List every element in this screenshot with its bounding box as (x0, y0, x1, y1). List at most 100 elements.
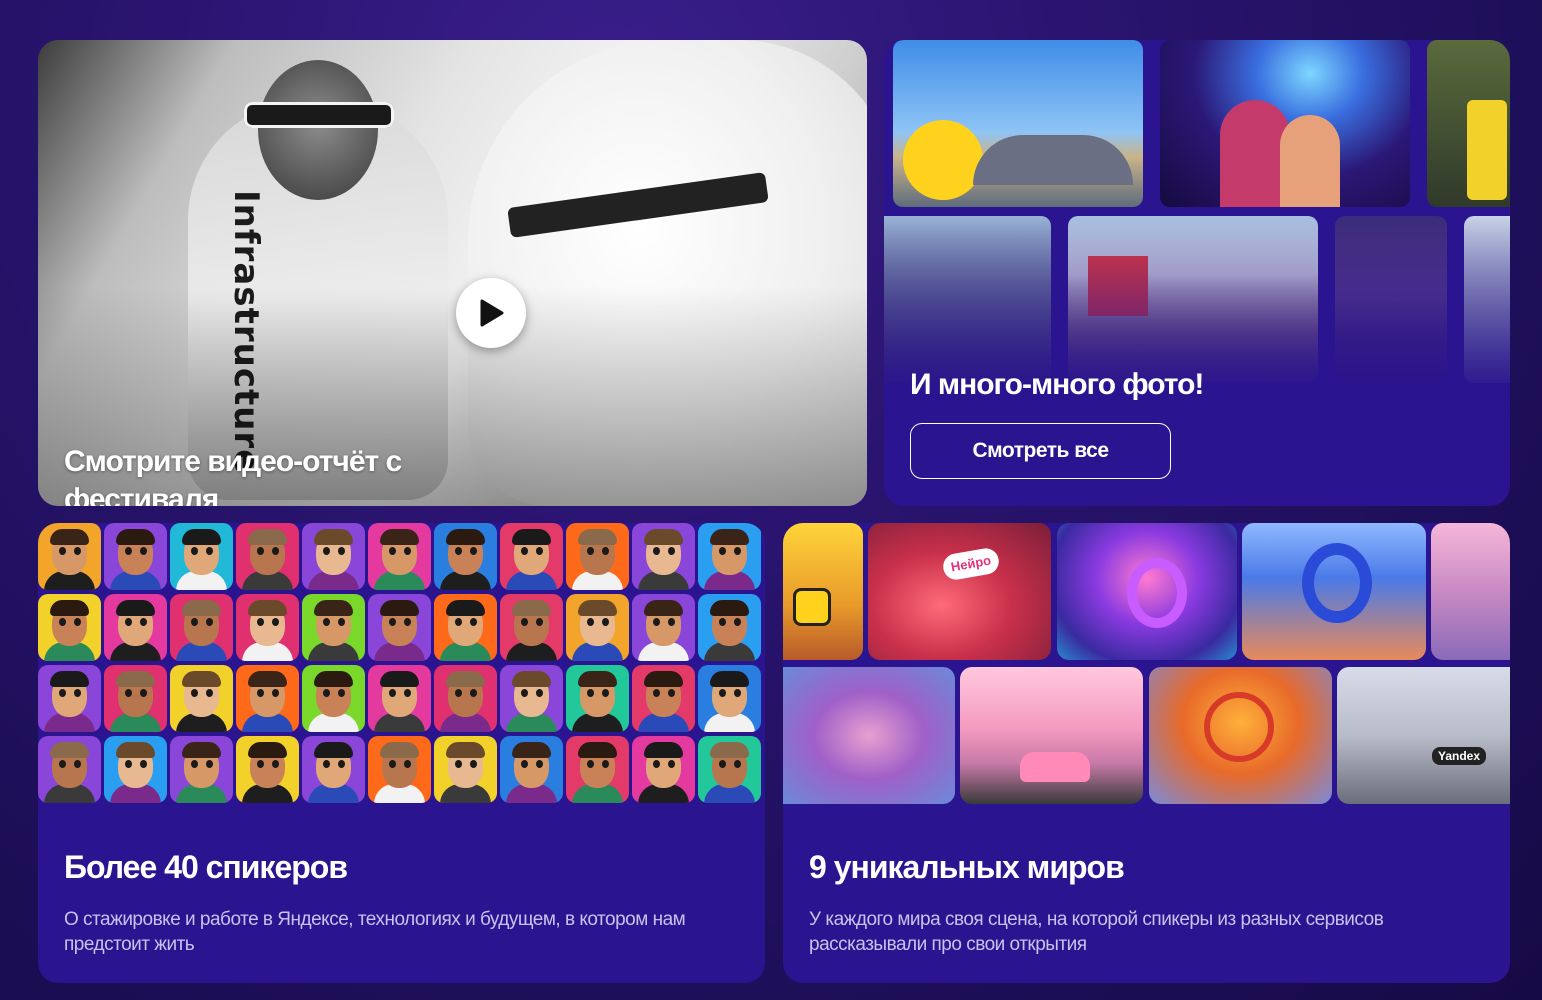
photo-concert-crowd[interactable] (1160, 40, 1410, 207)
avatar-hair (182, 529, 221, 545)
worlds-description: У каждого мира своя сцена, на которой сп… (809, 909, 1384, 955)
speaker-avatar (104, 523, 167, 590)
speaker-avatar (302, 665, 365, 732)
speaker-avatar (566, 523, 629, 590)
video-person-head (258, 60, 378, 200)
world-creature[interactable] (783, 667, 955, 804)
avatar-hair (314, 529, 353, 545)
avatar-eyes (388, 618, 412, 626)
world-pink-palace[interactable] (960, 667, 1143, 804)
world-pink-partial[interactable] (1431, 523, 1510, 660)
photo-stadium-building (973, 135, 1133, 185)
speaker-avatar (104, 736, 167, 803)
avatar-hair (644, 600, 683, 616)
photo-stadium[interactable] (893, 40, 1143, 207)
world-blue-loop[interactable] (1242, 523, 1426, 660)
avatar-eyes (520, 618, 544, 626)
avatar-eyes (58, 618, 82, 626)
speaker-avatar (38, 665, 101, 732)
avatar-eyes (190, 760, 214, 768)
avatar-eyes (322, 760, 346, 768)
avatar-eyes (454, 618, 478, 626)
avatar-eyes (256, 547, 280, 555)
world-amusement-park[interactable] (1149, 667, 1332, 804)
avatar-eyes (58, 547, 82, 555)
world-purple-eye[interactable] (1057, 523, 1237, 660)
avatar-hair (446, 600, 485, 616)
video-report-card[interactable]: Infrastructure Смотрите видео-отчёт с фе… (38, 40, 867, 506)
avatar-eyes (652, 760, 676, 768)
avatar-hair (710, 742, 749, 758)
avatar-hair (116, 529, 155, 545)
speaker-avatar (698, 594, 761, 661)
avatar-eyes (652, 547, 676, 555)
avatar-eyes (520, 547, 544, 555)
avatar-hair (248, 742, 287, 758)
avatar-eyes (322, 547, 346, 555)
avatar-eyes (124, 689, 148, 697)
avatar-hair (710, 529, 749, 545)
avatar-hair (116, 742, 155, 758)
avatar-hair (710, 671, 749, 687)
world-yellow-sign (793, 588, 831, 626)
avatar-eyes (124, 760, 148, 768)
speaker-avatar (170, 736, 233, 803)
world-pink-car (1020, 752, 1090, 782)
world-yellow[interactable] (783, 523, 863, 660)
speaker-avatar (236, 736, 299, 803)
avatar-hair (182, 742, 221, 758)
speaker-avatar (170, 523, 233, 590)
speaker-avatar (698, 523, 761, 590)
speaker-avatar (302, 523, 365, 590)
avatar-hair (50, 671, 89, 687)
worlds-card: Нейро Yandex 9 уникальных миров У каждог… (783, 523, 1510, 983)
photo-yellow-object (1467, 100, 1507, 200)
speaker-avatar (566, 736, 629, 803)
avatar-hair (248, 529, 287, 545)
avatar-eyes (454, 689, 478, 697)
speaker-avatar (500, 594, 563, 661)
speaker-avatar (302, 736, 365, 803)
speaker-avatar (104, 665, 167, 732)
speaker-avatar (38, 736, 101, 803)
speaker-avatar (632, 523, 695, 590)
avatar-hair (512, 600, 551, 616)
play-button[interactable] (456, 278, 526, 348)
avatar-eyes (652, 689, 676, 697)
avatar-hair (512, 671, 551, 687)
world-neuro[interactable]: Нейро (868, 523, 1051, 660)
speaker-avatar (632, 665, 695, 732)
avatar-eyes (58, 760, 82, 768)
photo-partial-right[interactable] (1427, 40, 1510, 207)
avatar-hair (578, 600, 617, 616)
photo-crowd-person-2 (1280, 115, 1340, 207)
speaker-avatar (104, 594, 167, 661)
avatar-hair (248, 671, 287, 687)
play-icon (480, 299, 504, 327)
avatar-hair (644, 742, 683, 758)
avatar-eyes (718, 760, 742, 768)
worlds-title: 9 уникальных миров (809, 849, 1125, 885)
speaker-avatar (434, 736, 497, 803)
avatar-hair (644, 671, 683, 687)
speaker-avatar (632, 736, 695, 803)
view-all-button[interactable]: Смотреть все (910, 423, 1171, 479)
avatar-eyes (454, 547, 478, 555)
speaker-avatar (38, 594, 101, 661)
avatar-hair (182, 671, 221, 687)
world-eye-ring (1127, 558, 1187, 628)
avatar-eyes (322, 689, 346, 697)
avatar-eyes (652, 618, 676, 626)
avatar-hair (578, 529, 617, 545)
avatar-eyes (520, 689, 544, 697)
world-robot-vehicle[interactable]: Yandex (1337, 667, 1510, 804)
avatar-hair (446, 529, 485, 545)
speaker-avatar (38, 523, 101, 590)
avatar-hair (116, 600, 155, 616)
avatar-eyes (718, 547, 742, 555)
avatar-eyes (718, 618, 742, 626)
world-ferris-wheel (1204, 692, 1274, 762)
speaker-avatar (500, 736, 563, 803)
speakers-description: О стажировке и работе в Яндексе, техноло… (64, 909, 686, 955)
avatar-hair (314, 600, 353, 616)
